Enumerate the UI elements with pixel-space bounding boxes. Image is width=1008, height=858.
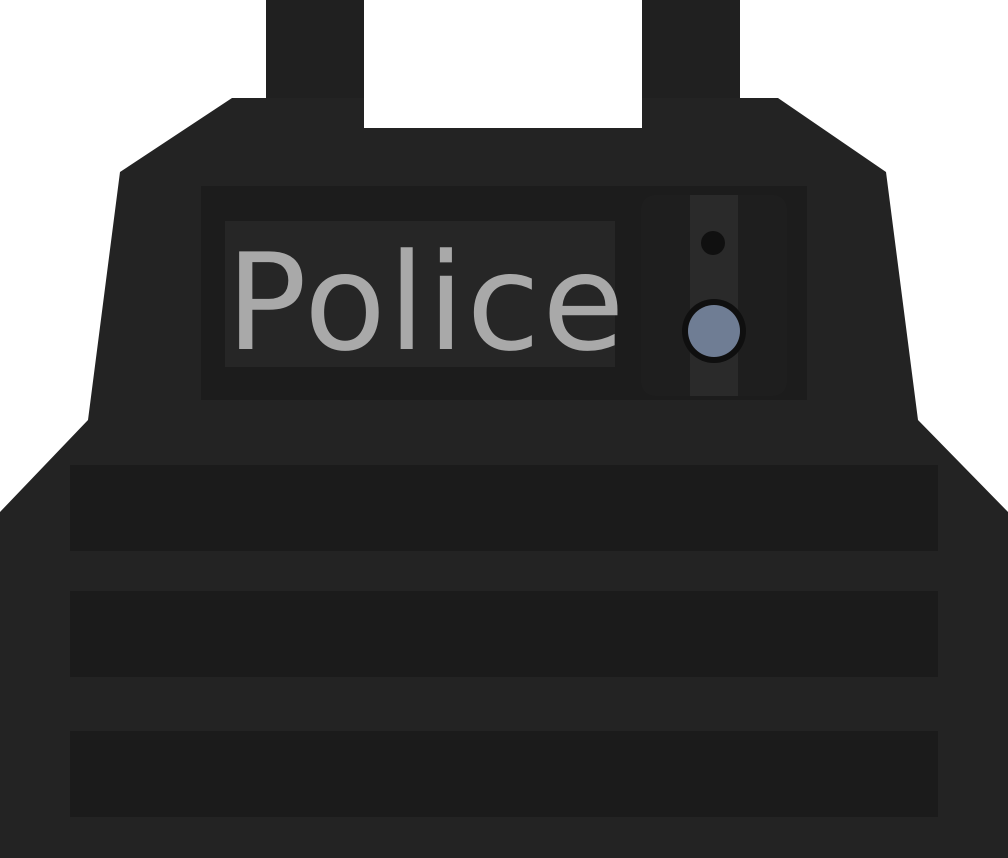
patch-label: Police bbox=[226, 225, 627, 381]
radio-strip bbox=[690, 195, 738, 396]
radio-dot bbox=[701, 231, 725, 255]
shoulder-radio-icon bbox=[641, 195, 787, 396]
webbing-row-3 bbox=[70, 731, 938, 817]
radio-lens bbox=[688, 305, 740, 357]
webbing-row-2 bbox=[70, 591, 938, 677]
vest-scene: Police bbox=[0, 0, 1008, 858]
molle-webbing bbox=[70, 465, 938, 817]
webbing-row-1 bbox=[70, 465, 938, 551]
